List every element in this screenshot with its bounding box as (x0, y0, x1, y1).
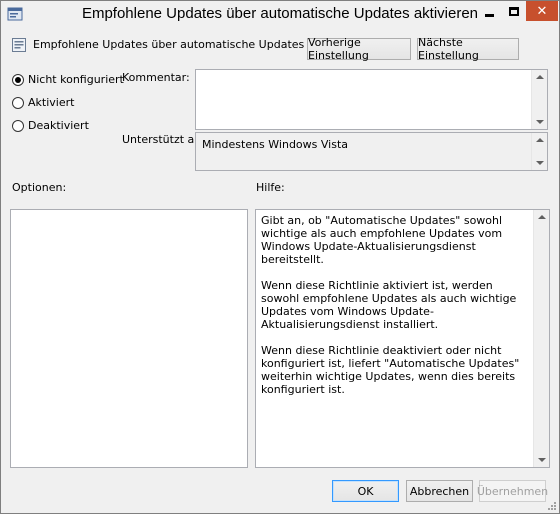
minimize-icon (485, 13, 494, 17)
comment-scrollbar[interactable] (531, 70, 547, 129)
options-pane (10, 209, 248, 468)
window-title: Empfohlene Updates über automatische Upd… (81, 5, 479, 22)
radio-disabled[interactable]: Deaktiviert (12, 119, 89, 132)
radio-button-checked[interactable] (12, 73, 24, 86)
help-pane[interactable]: Gibt an, ob "Automatische Updates" sowoh… (255, 209, 550, 468)
maximize-icon (509, 6, 519, 16)
cancel-button[interactable]: Abbrechen (406, 480, 473, 502)
close-icon: ✕ (536, 3, 548, 19)
ok-button[interactable]: OK (332, 480, 399, 502)
radio-enabled[interactable]: Aktiviert (12, 96, 74, 109)
minimize-button[interactable] (477, 1, 502, 21)
radio-button[interactable] (12, 119, 24, 132)
help-paragraph: Gibt an, ob "Automatische Updates" sowoh… (261, 214, 503, 266)
radio-button[interactable] (12, 96, 24, 109)
help-text: Gibt an, ob "Automatische Updates" sowoh… (261, 214, 531, 409)
scroll-down-icon[interactable] (536, 120, 544, 124)
previous-setting-button[interactable]: Vorherige Einstellung (307, 36, 411, 62)
policy-dialog: Empfohlene Updates über automatische Upd… (0, 0, 560, 514)
scroll-down-icon[interactable] (536, 161, 544, 165)
comment-field[interactable] (195, 69, 548, 130)
help-paragraph: Wenn diese Richtlinie deaktiviert oder n… (261, 344, 520, 396)
radio-label-enabled: Aktiviert (28, 96, 75, 109)
scroll-down-icon[interactable] (538, 458, 546, 462)
apply-button[interactable]: Übernehmen (477, 480, 548, 502)
close-button[interactable]: ✕ (526, 1, 558, 21)
next-setting-button[interactable]: Nächste Einstellung (417, 36, 519, 62)
radio-label-disabled: Deaktiviert (28, 119, 89, 132)
maximize-button[interactable] (502, 1, 526, 21)
policy-setting-icon (12, 38, 26, 52)
help-scrollbar[interactable] (533, 210, 549, 467)
supported-on-value: Mindestens Windows Vista (202, 138, 349, 151)
scroll-up-icon[interactable] (536, 138, 544, 142)
title-bar[interactable]: Empfohlene Updates über automatische Upd… (1, 1, 559, 28)
supported-scrollbar[interactable] (531, 133, 547, 170)
scroll-up-icon[interactable] (536, 75, 544, 79)
options-label: Optionen: (12, 181, 67, 194)
help-paragraph: Wenn diese Richtlinie aktiviert ist, wer… (261, 279, 517, 331)
radio-label-not-configured: Nicht konfiguriert (28, 73, 124, 86)
radio-not-configured[interactable]: Nicht konfiguriert (12, 73, 124, 86)
resize-grip-icon[interactable] (546, 500, 556, 510)
scroll-up-icon[interactable] (538, 215, 546, 219)
help-label: Hilfe: (256, 181, 285, 194)
supported-on-field: Mindestens Windows Vista (195, 132, 548, 171)
comment-label: Kommentar: (122, 71, 190, 84)
